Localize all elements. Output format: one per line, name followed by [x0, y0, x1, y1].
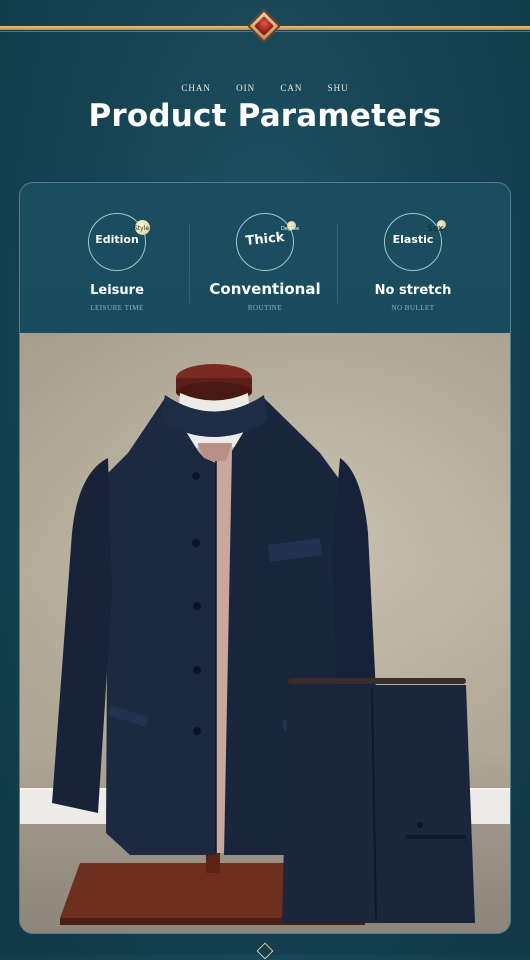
suit-illustration [52, 364, 475, 925]
pinyin-word: SHU [327, 83, 349, 93]
pinyin-word: CHAN [181, 83, 211, 93]
param-value: No stretch [374, 283, 452, 298]
param-circle: Style Edition [88, 213, 150, 271]
param-value: Conventional [209, 280, 321, 298]
pinyin-word: OIN [236, 83, 256, 93]
param-circle-label: Elastic [392, 233, 434, 246]
param-edition: Style Edition Leisure LEISURE TIME [42, 213, 192, 323]
param-thick: Degree Thick Conventional ROUTINE [190, 213, 340, 323]
page-title: Product Parameters [88, 98, 442, 134]
param-circle-label: Edition [95, 233, 139, 246]
parameters-row: Style Edition Leisure LEISURE TIME Degre… [20, 183, 510, 333]
param-elastic: Sex Elastic No stretch NO BULLET [338, 213, 488, 323]
param-subtitle: ROUTINE [247, 304, 283, 312]
param-subtitle: NO BULLET [391, 304, 435, 312]
param-value: Leisure [90, 283, 144, 298]
product-photo [20, 333, 510, 933]
param-circle: Sex Elastic [384, 213, 446, 271]
param-tag: Style [134, 225, 150, 232]
diamond-ornament-icon [247, 9, 282, 44]
param-circle-label: Thick [244, 230, 286, 249]
parameters-card: Style Edition Leisure LEISURE TIME Degre… [19, 182, 511, 934]
section-pinyin: CHAN OIN CAN SHU [0, 83, 530, 93]
param-circle: Degree Thick [236, 213, 299, 271]
param-subtitle: LEISURE TIME [90, 304, 144, 312]
pinyin-word: CAN [280, 83, 303, 93]
bottom-diamond-icon [256, 942, 274, 960]
